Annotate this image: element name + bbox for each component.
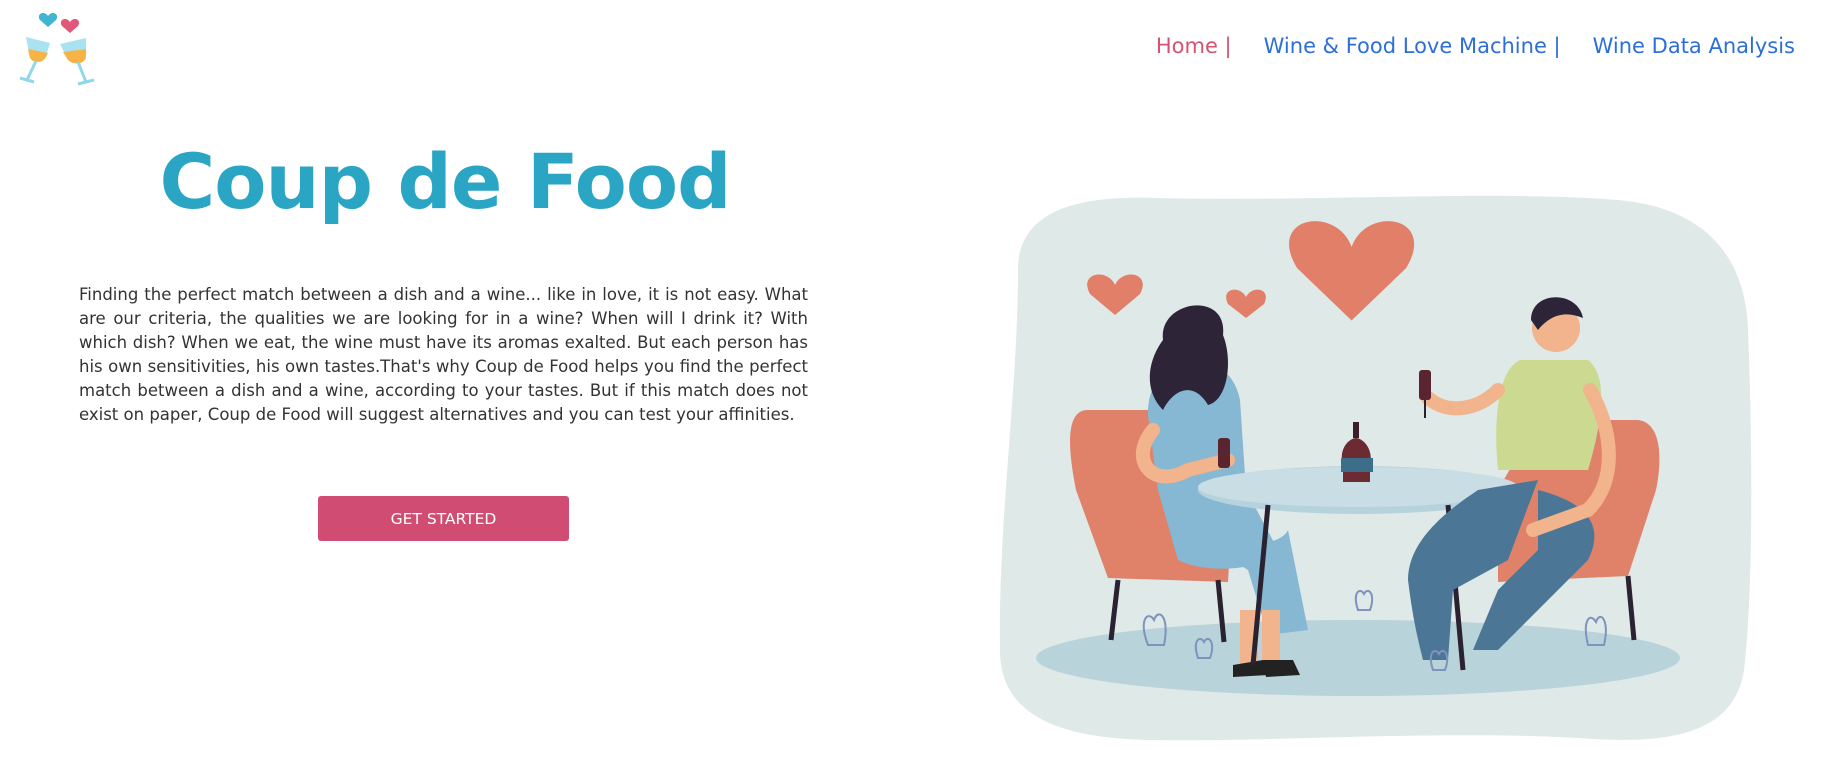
main-nav: Home | Wine & Food Love Machine | Wine D… [1124, 34, 1795, 58]
couple-dinner-illustration [999, 195, 1752, 741]
nav-wine-data-analysis-link[interactable]: Wine Data Analysis [1593, 34, 1795, 58]
get-started-button[interactable]: GET STARTED [318, 496, 569, 541]
nav-home-link[interactable]: Home | [1156, 34, 1232, 58]
intro-paragraph: Finding the perfect match between a dish… [79, 285, 808, 424]
nav-wine-food-love-machine-link[interactable]: Wine & Food Love Machine | [1264, 34, 1561, 58]
wine-glasses-logo-icon[interactable] [16, 4, 102, 88]
page-title: Coup de Food [159, 137, 731, 226]
